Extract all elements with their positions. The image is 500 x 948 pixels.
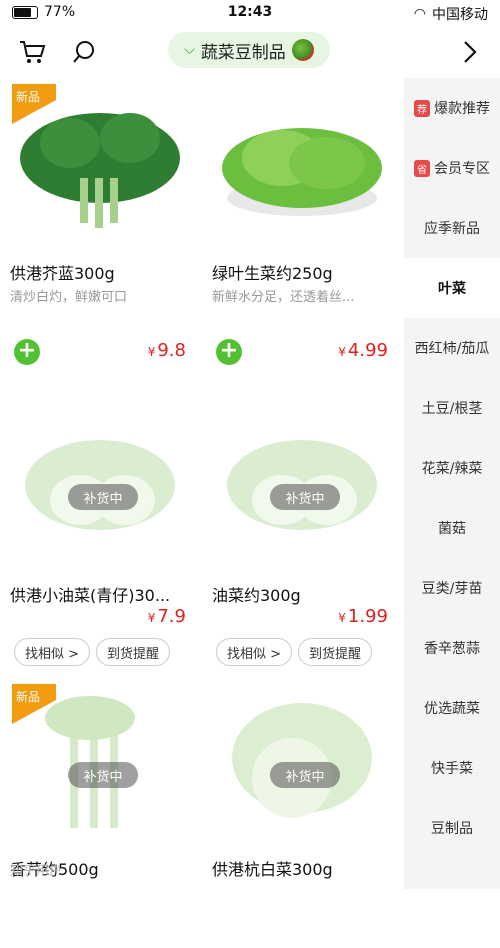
sidebar-item-tomato[interactable]: 西红柿/茄瓜 — [404, 318, 500, 378]
cart-icon[interactable] — [16, 36, 48, 68]
sidebar-item-spices[interactable]: 香辛葱蒜 — [404, 618, 500, 678]
sidebar-item-potato[interactable]: 土豆/根茎 — [404, 378, 500, 438]
category-title: 蔬菜豆制品 — [200, 42, 286, 63]
product-image — [222, 128, 382, 216]
restock-label: 补货中 — [270, 762, 340, 788]
sidebar-item-label: 快手菜 — [431, 761, 473, 777]
product-price: ¥7.9 — [147, 606, 186, 627]
nav-bar: ⌵ 蔬菜豆制品 — [0, 26, 500, 78]
product-card[interactable]: 绿叶生菜约250g 新鲜水分足，还透着丝... + ¥4.99 — [202, 78, 402, 365]
wifi-icon: ◠ — [413, 6, 426, 22]
product-name: 供港小油菜(青仔)30... — [10, 586, 171, 605]
restock-label: 补货中 — [68, 762, 138, 788]
product-card[interactable]: 新品 供港芥蓝300g 清炒白灼，鲜嫩可口 + ¥9.8 — [0, 78, 200, 365]
sidebar-item-selected[interactable]: 优选蔬菜 — [404, 678, 500, 738]
sidebar-item-label: 香辛葱蒜 — [424, 641, 480, 657]
product-card[interactable]: 补货中 供港杭白菜300g — [202, 678, 402, 948]
product-card[interactable]: 新品 补货中 香芹约500g — [0, 678, 200, 948]
sidebar-item-mushroom[interactable]: 菌菇 — [404, 498, 500, 558]
arrival-remind-button[interactable]: 到货提醒 — [298, 638, 373, 666]
sidebar-tag: 省 — [414, 159, 430, 177]
product-price: ¥9.8 — [147, 340, 186, 361]
category-sidebar: 荐 爆款推荐 省 会员专区 应季新品 叶菜 西红柿/茄瓜 土豆/根茎 花菜/辣菜… — [404, 78, 500, 889]
add-to-cart-button[interactable]: + — [14, 339, 40, 365]
carrier-name: 中国移动 — [432, 7, 488, 23]
sidebar-item-cauliflower[interactable]: 花菜/辣菜 — [404, 438, 500, 498]
product-desc: 清炒白灼，鲜嫩可口 — [10, 290, 128, 305]
product-grid: 新品 供港芥蓝300g 清炒白灼，鲜嫩可口 + ¥9.8 绿叶生菜约250g 新… — [0, 78, 404, 889]
product-card[interactable]: 补货中 供港小油菜(青仔)30... ¥7.9 找相似 > 到货提醒 — [0, 400, 200, 670]
vegetable-icon — [291, 39, 314, 61]
find-similar-button[interactable]: 找相似 > — [14, 638, 91, 666]
sidebar-item-label: 豆类/芽苗 — [421, 581, 483, 597]
sidebar-item-label: 会员专区 — [434, 161, 490, 177]
card-actions: 找相似 > 到货提醒 — [14, 638, 171, 666]
sidebar-item-label: 应季新品 — [424, 221, 480, 237]
sidebar-item-tofu[interactable]: 豆制品 — [404, 798, 500, 858]
product-name: 绿叶生菜约250g — [212, 264, 333, 283]
product-price: ¥1.99 — [338, 606, 388, 627]
product-name: 供港芥蓝300g — [10, 264, 115, 283]
restock-label: 补货中 — [68, 484, 138, 510]
sidebar-item-label: 西红柿/茄瓜 — [414, 341, 490, 357]
status-right: ◠ 中国移动 — [414, 4, 488, 24]
watermark: 知乎用户 — [10, 864, 63, 879]
product-name: 供港杭白菜300g — [212, 860, 333, 879]
sidebar-item-label: 豆制品 — [431, 821, 473, 837]
sidebar-item-label: 优选蔬菜 — [424, 701, 480, 717]
arrival-remind-button[interactable]: 到货提醒 — [96, 638, 171, 666]
sidebar-item-label: 土豆/根茎 — [421, 401, 483, 417]
sidebar-item-beans[interactable]: 豆类/芽苗 — [404, 558, 500, 618]
product-card[interactable]: 补货中 油菜约300g ¥1.99 找相似 > 到货提醒 — [202, 400, 402, 670]
product-desc: 新鲜水分足，还透着丝... — [212, 290, 355, 305]
back-icon[interactable] — [454, 36, 486, 68]
status-bar: 77% 12:43 ◠ 中国移动 — [0, 0, 500, 26]
product-image — [20, 113, 180, 228]
add-to-cart-button[interactable]: + — [216, 339, 242, 365]
sidebar-item-label: 花菜/辣菜 — [421, 461, 483, 477]
restock-label: 补货中 — [270, 484, 340, 510]
sidebar-item-label: 爆款推荐 — [434, 101, 490, 117]
sidebar-item-label: 叶菜 — [438, 281, 466, 297]
card-actions: 找相似 > 到货提醒 — [216, 638, 373, 666]
sidebar-item-leafy[interactable]: 叶菜 — [404, 258, 500, 318]
product-price: ¥4.99 — [338, 340, 388, 361]
sidebar-item-quick[interactable]: 快手菜 — [404, 738, 500, 798]
chevron-down-icon: ⌵ — [184, 42, 195, 58]
product-name: 油菜约300g — [212, 586, 301, 605]
category-title-button[interactable]: ⌵ 蔬菜豆制品 — [168, 32, 330, 68]
sidebar-item-label: 菌菇 — [438, 521, 466, 537]
find-similar-button[interactable]: 找相似 > — [216, 638, 293, 666]
search-icon[interactable] — [68, 36, 100, 68]
sidebar-tag: 荐 — [414, 99, 430, 117]
sidebar-item-hot[interactable]: 荐 爆款推荐 — [404, 78, 500, 138]
sidebar-item-member[interactable]: 省 会员专区 — [404, 138, 500, 198]
sidebar-item-seasonal[interactable]: 应季新品 — [404, 198, 500, 258]
